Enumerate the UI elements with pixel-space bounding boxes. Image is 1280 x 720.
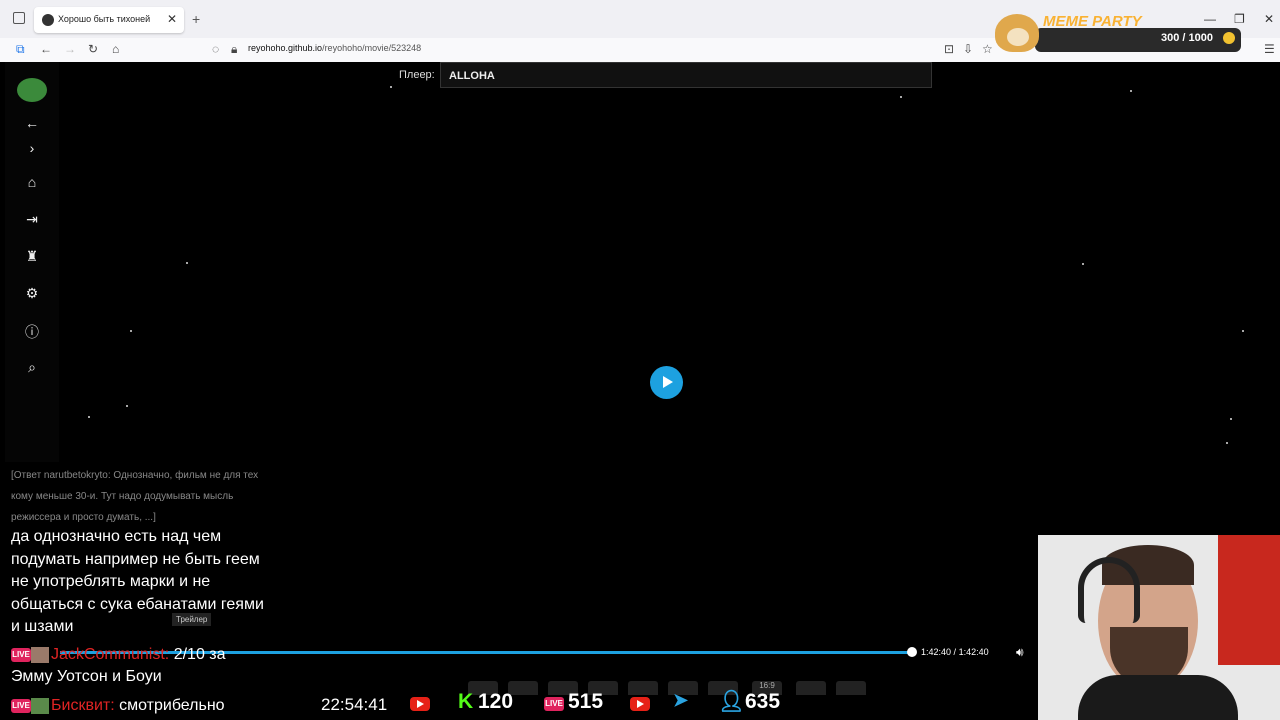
url-path: /reyohoho/movie/523248 xyxy=(322,43,422,53)
youtube-icon xyxy=(630,697,650,711)
close-tab-icon[interactable]: ✕ xyxy=(167,12,177,26)
bookmark-star-icon[interactable]: ☆ xyxy=(982,42,993,56)
star xyxy=(1230,418,1232,420)
chat-text: смотрибельно xyxy=(119,697,225,714)
star xyxy=(186,262,188,264)
meme-party-title: MEME PARTY xyxy=(1043,13,1142,30)
forward-icon[interactable]: → xyxy=(64,42,76,56)
coin-icon xyxy=(1223,32,1235,44)
sidebar-toggle-icon[interactable]: ⧉ xyxy=(16,42,25,57)
sidebar-login-icon[interactable]: ⇥ xyxy=(5,211,59,228)
time-display: 1:42:40 / 1:42:40 xyxy=(921,647,989,657)
youtube-icon xyxy=(410,697,430,711)
chat-text: 2/10 за xyxy=(173,646,226,663)
time-separator: / xyxy=(953,647,957,657)
sidebar-forward-icon[interactable]: › xyxy=(5,140,59,156)
kick-icon: K xyxy=(458,690,474,713)
sidebar-search-icon[interactable]: ⌕ xyxy=(5,359,59,376)
avatar xyxy=(31,646,49,663)
chat-username: Бисквит: xyxy=(51,697,115,714)
control-button[interactable] xyxy=(796,681,826,695)
live-badge: LIVE xyxy=(11,647,31,662)
telegram-icon: ➤ xyxy=(673,690,689,710)
home-icon[interactable]: ⌂ xyxy=(112,42,119,56)
star xyxy=(88,416,90,418)
chat-message: LIVE JackCommunist: 2/10 за xyxy=(11,646,226,664)
tab-list-icon[interactable] xyxy=(13,12,25,24)
webcam-feed xyxy=(1038,535,1280,720)
streamer-body xyxy=(1078,675,1238,720)
user-icon: 👤︎ xyxy=(718,690,745,713)
total-viewers: 635 xyxy=(745,690,781,713)
sidebar-settings-icon[interactable]: ⚙ xyxy=(5,285,59,302)
meme-party-widget: MEME PARTY 300 / 1000 xyxy=(995,13,1245,52)
url-host: reyohoho.github.io xyxy=(248,43,323,53)
star xyxy=(1226,442,1228,444)
screenshot-icon[interactable]: ⊡ xyxy=(944,42,954,56)
tab-title: Хорошо быть тихоней xyxy=(58,14,151,24)
chat-message-continued: Эмму Уотсон и Боуи xyxy=(11,668,162,685)
star xyxy=(1082,263,1084,265)
chat-username: JackCommunist: xyxy=(51,646,170,663)
time-total: 1:42:40 xyxy=(958,647,989,657)
sidebar: ← › ⌂ ⇥ ♜ ⚙ ⓘ ⌕ xyxy=(5,62,59,462)
play-button[interactable] xyxy=(650,366,683,399)
chat-message: LIVE Бисквит: смотрибельно xyxy=(11,697,225,715)
control-button[interactable] xyxy=(628,681,658,695)
lock-icon[interactable]: 🔒︎ xyxy=(231,42,237,57)
player-select[interactable]: ALLOHA xyxy=(440,62,932,88)
kick-viewers: 120 xyxy=(478,690,514,713)
live-badge: LIVE xyxy=(544,697,564,711)
star xyxy=(1242,330,1244,332)
meme-party-counter: 300 / 1000 xyxy=(1161,32,1213,44)
reload-icon[interactable]: ↻ xyxy=(88,42,98,56)
stream-clock: 22:54:41 xyxy=(321,695,388,714)
new-tab-button[interactable]: + xyxy=(192,11,200,27)
webcam-flag xyxy=(1218,535,1280,665)
site-favicon-icon xyxy=(42,14,54,26)
avatar xyxy=(31,697,49,714)
frog-logo-icon[interactable] xyxy=(17,78,47,102)
back-icon[interactable]: ← xyxy=(40,42,52,56)
volume-icon[interactable]: 🔊︎ xyxy=(1016,645,1024,660)
chat-reply-message: [Ответ narutbetokryto: Однозначно, фильм… xyxy=(11,470,259,523)
download-icon[interactable]: ⇩ xyxy=(963,42,973,56)
sidebar-home-icon[interactable]: ⌂ xyxy=(5,174,59,190)
time-current: 1:42:40 xyxy=(921,647,952,657)
sidebar-trophy-icon[interactable]: ♜ xyxy=(5,248,59,265)
player-label: Плеер: xyxy=(399,69,435,81)
menu-icon[interactable]: ☰ xyxy=(1264,42,1275,56)
sidebar-back-icon[interactable]: ← xyxy=(5,115,59,131)
browser-tab[interactable]: Хорошо быть тихоней ✕ xyxy=(34,7,184,33)
star xyxy=(130,330,132,332)
star xyxy=(900,96,902,98)
live-viewers: 515 xyxy=(568,690,604,713)
sidebar-info-icon[interactable]: ⓘ xyxy=(5,322,59,342)
live-badge: LIVE xyxy=(11,698,31,713)
control-button[interactable] xyxy=(836,681,866,695)
doge-icon xyxy=(995,14,1039,52)
star xyxy=(126,405,128,407)
address-bar[interactable]: reyohoho.github.io/reyohoho/movie/523248 xyxy=(248,43,421,53)
close-window-icon[interactable]: ✕ xyxy=(1264,12,1274,26)
tracking-shield-icon[interactable]: ◌ xyxy=(212,42,219,56)
star xyxy=(1130,90,1132,92)
player-select-value: ALLOHA xyxy=(449,70,495,82)
progress-knob[interactable] xyxy=(907,647,917,657)
chat-message: да однозначно есть над чем подумать напр… xyxy=(11,528,264,635)
star xyxy=(390,86,392,88)
headphones xyxy=(1078,557,1140,623)
